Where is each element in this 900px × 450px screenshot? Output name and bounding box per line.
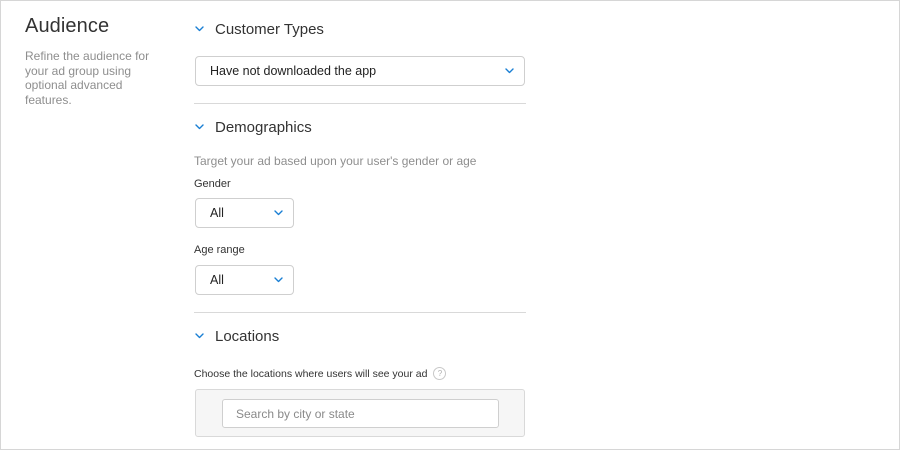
age-range-value: All — [210, 273, 224, 287]
gender-label: Gender — [194, 178, 231, 190]
audience-panel: Audience Refine the audience for your ad… — [0, 0, 900, 450]
locations-header[interactable]: Locations — [194, 326, 279, 346]
section-intro: Audience Refine the audience for your ad… — [25, 15, 160, 107]
age-range-label: Age range — [194, 244, 245, 256]
customer-types-select[interactable]: Have not downloaded the app — [195, 56, 525, 86]
chevron-down-icon — [504, 66, 514, 76]
customer-types-title: Customer Types — [215, 20, 324, 38]
chevron-down-icon — [273, 275, 283, 285]
demographics-title: Demographics — [215, 118, 312, 136]
chevron-down-icon[interactable] — [194, 331, 204, 341]
location-search-input[interactable] — [222, 399, 499, 428]
question-circle-icon[interactable]: ? — [433, 367, 447, 380]
chevron-down-icon — [273, 208, 283, 218]
demographics-helper-text: Target your ad based upon your user's ge… — [194, 154, 477, 168]
age-range-select[interactable]: All — [195, 265, 294, 295]
section-title: Audience — [25, 15, 110, 37]
demographics-header[interactable]: Demographics — [194, 117, 312, 137]
locations-search-panel — [195, 389, 525, 437]
chevron-down-icon[interactable] — [194, 122, 204, 132]
locations-title: Locations — [215, 327, 280, 345]
divider — [194, 103, 526, 104]
locations-label: Choose the locations where users will se… — [194, 367, 447, 380]
customer-types-header[interactable]: Customer Types — [194, 19, 324, 39]
gender-value: All — [210, 206, 224, 220]
gender-select[interactable]: All — [195, 198, 294, 228]
section-description: Refine the audience for your ad group us… — [25, 49, 150, 107]
customer-types-value: Have not downloaded the app — [210, 64, 377, 78]
divider — [194, 312, 526, 313]
chevron-down-icon[interactable] — [194, 24, 204, 34]
locations-label-text: Choose the locations where users will se… — [194, 367, 428, 380]
